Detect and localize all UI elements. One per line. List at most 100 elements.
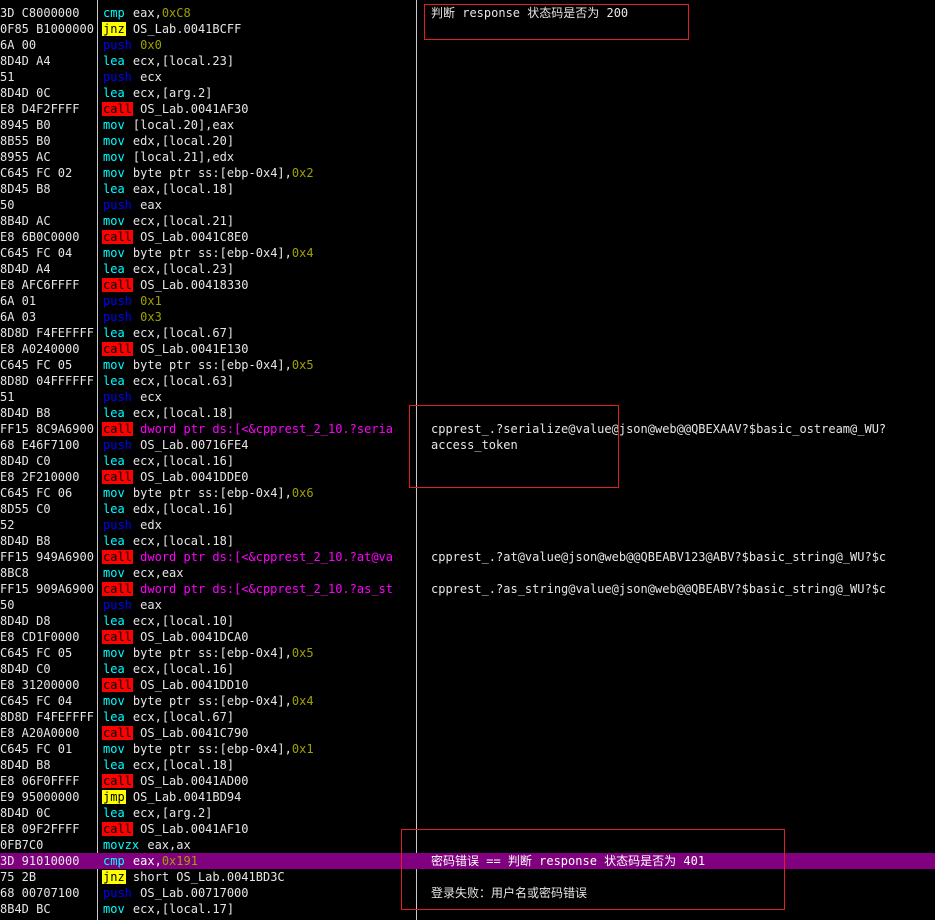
opcode-bytes: E8 2F210000 (0, 470, 80, 484)
mnemonic: mov (103, 150, 125, 164)
instruction-row[interactable]: 8D45 B8 lea eax,[local.18] (0, 181, 935, 197)
instruction-row[interactable]: 8D8D 04FFFFFF lea ecx,[local.63] (0, 373, 935, 389)
opcode-bytes: 8D8D F4FEFFFF (0, 710, 94, 724)
comment (431, 373, 935, 389)
instruction-row[interactable]: C645 FC 05 mov byte ptr ss:[ebp-0x4],0x5 (0, 357, 935, 373)
instruction-text: call OS_Lab.0041E130 (102, 341, 414, 357)
instruction-row[interactable]: E8 CD1F0000 call OS_Lab.0041DCA0 (0, 629, 935, 645)
instruction-row[interactable]: 8D4D D8 lea ecx,[local.10] (0, 613, 935, 629)
operand: ecx,[local.67] (132, 326, 235, 340)
instruction-row[interactable]: 51 push ecx (0, 389, 935, 405)
instruction-row[interactable]: 51 push ecx (0, 69, 935, 85)
instruction-row[interactable]: 50 push eax (0, 197, 935, 213)
instruction-row[interactable]: E8 AFC6FFFF call OS_Lab.00418330 (0, 277, 935, 293)
mnemonic: call (102, 678, 133, 692)
mnemonic: lea (103, 182, 125, 196)
opcode-bytes: E8 09F2FFFF (0, 822, 80, 836)
instruction-row[interactable]: 8945 B0 mov [local.20],eax (0, 117, 935, 133)
instruction-row[interactable]: E8 6B0C0000 call OS_Lab.0041C8E0 (0, 229, 935, 245)
mnemonic: lea (103, 86, 125, 100)
instruction-row[interactable]: FF15 949A6900 call dword ptr ds:[<&cppres… (0, 549, 935, 565)
mnemonic: call (102, 278, 133, 292)
mnemonic: lea (103, 614, 125, 628)
operand: byte ptr ss:[ebp-0x4], (132, 742, 292, 756)
instruction-row[interactable]: C645 FC 04 mov byte ptr ss:[ebp-0x4],0x4 (0, 693, 935, 709)
mnemonic: cmp (103, 854, 125, 868)
instruction-row[interactable]: E8 A20A0000 call OS_Lab.0041C790 (0, 725, 935, 741)
comment (431, 805, 935, 821)
opcode-bytes: 8D4D C0 (0, 662, 51, 676)
mnemonic: push (103, 518, 132, 532)
comment (431, 773, 935, 789)
immediate-value: 0x0 (140, 38, 162, 52)
mnemonic: call (102, 582, 133, 596)
mnemonic: push (103, 598, 132, 612)
instruction-row[interactable]: 6A 01 push 0x1 (0, 293, 935, 309)
operand: OS_Lab.0041DD10 (140, 678, 249, 692)
comment (431, 725, 935, 741)
comment (431, 277, 935, 293)
immediate-value: 0x5 (291, 646, 314, 660)
instruction-row[interactable]: E8 31200000 call OS_Lab.0041DD10 (0, 677, 935, 693)
comment: cpprest_.?at@value@json@web@@QBEABV123@A… (431, 550, 887, 564)
immediate-value: 0x6 (291, 486, 314, 500)
instruction-row[interactable]: C645 FC 05 mov byte ptr ss:[ebp-0x4],0x5 (0, 645, 935, 661)
mnemonic: mov (103, 742, 125, 756)
instruction-row[interactable]: 8B55 B0 mov edx,[local.20] (0, 133, 935, 149)
instruction-row[interactable]: E8 A0240000 call OS_Lab.0041E130 (0, 341, 935, 357)
instruction-row[interactable]: 52 push edx (0, 517, 935, 533)
instruction-text: lea ecx,[local.18] (102, 757, 414, 773)
opcode-bytes: 8D4D B8 (0, 534, 51, 548)
operand: edx,[local.20] (132, 134, 235, 148)
instruction-row[interactable]: FF15 909A6900 call dword ptr ds:[<&cppres… (0, 581, 935, 597)
instruction-row[interactable]: C645 FC 04 mov byte ptr ss:[ebp-0x4],0x4 (0, 245, 935, 261)
opcode-bytes: 75 2B (0, 870, 37, 884)
operand: dword ptr ds:[<&cpprest_2_10.?as_st (140, 582, 394, 596)
mnemonic: call (102, 774, 133, 788)
opcode-bytes: 8D4D 0C (0, 806, 51, 820)
mnemonic: call (102, 470, 133, 484)
instruction-row[interactable]: 50 push eax (0, 597, 935, 613)
operand: ecx,[arg.2] (132, 86, 213, 100)
opcode-bytes: 8B4D BC (0, 902, 51, 916)
mnemonic: lea (103, 806, 125, 820)
comment (431, 613, 935, 629)
instruction-row[interactable]: 8D8D F4FEFFFF lea ecx,[local.67] (0, 325, 935, 341)
instruction-row[interactable]: 8D4D A4 lea ecx,[local.23] (0, 261, 935, 277)
opcode-bytes: 8D4D A4 (0, 54, 51, 68)
disassembly-view[interactable]: 3D C8000000 cmp eax,0xC8 判断 response 状态码是否… (0, 0, 935, 920)
instruction-row[interactable]: E8 D4F2FFFF call OS_Lab.0041AF30 (0, 101, 935, 117)
operand: OS_Lab.0041AD00 (140, 774, 249, 788)
instruction-row[interactable]: 8955 AC mov [local.21],edx (0, 149, 935, 165)
comment (431, 645, 935, 661)
instruction-row[interactable]: C645 FC 01 mov byte ptr ss:[ebp-0x4],0x1 (0, 741, 935, 757)
instruction-row[interactable]: 8B4D AC mov ecx,[local.21] (0, 213, 935, 229)
comment (431, 677, 935, 693)
instruction-row[interactable]: 8D4D C0 lea ecx,[local.16] (0, 661, 935, 677)
instruction-row[interactable]: E9 95000000 jmp OS_Lab.0041BD94 (0, 789, 935, 805)
instruction-row[interactable]: 8D4D 0C lea ecx,[arg.2] (0, 805, 935, 821)
instruction-row[interactable]: 8D4D A4 lea ecx,[local.23] (0, 53, 935, 69)
operand: OS_Lab.0041AF30 (140, 102, 249, 116)
instruction-row[interactable]: 8D4D 0C lea ecx,[arg.2] (0, 85, 935, 101)
operand: ecx,[arg.2] (132, 806, 213, 820)
instruction-row[interactable]: 8D4D B8 lea ecx,[local.18] (0, 533, 935, 549)
opcode-bytes: FF15 8C9A6900 (0, 422, 94, 436)
comment (431, 789, 935, 805)
operand: OS_Lab.0041DCA0 (140, 630, 249, 644)
comment (431, 309, 935, 325)
instruction-row[interactable]: E8 06F0FFFF call OS_Lab.0041AD00 (0, 773, 935, 789)
comment (431, 197, 935, 213)
instruction-row[interactable]: 6A 03 push 0x3 (0, 309, 935, 325)
comment (431, 293, 935, 309)
instruction-row[interactable]: C645 FC 02 mov byte ptr ss:[ebp-0x4],0x2 (0, 165, 935, 181)
opcode-bytes: 8D4D D8 (0, 614, 51, 628)
instruction-row[interactable]: 8BC8 mov ecx,eax (0, 565, 935, 581)
instruction-row[interactable]: 8D8D F4FEFFFF lea ecx,[local.67] (0, 709, 935, 725)
instruction-row[interactable]: 8D55 C0 lea edx,[local.16] (0, 501, 935, 517)
instruction-row[interactable]: 8D4D B8 lea ecx,[local.18] (0, 757, 935, 773)
opcode-bytes: E9 95000000 (0, 790, 80, 804)
instruction-text: push OS_Lab.00717000 (102, 885, 414, 901)
operand: ecx,[local.63] (132, 374, 235, 388)
operand: ecx,[local.23] (132, 262, 235, 276)
